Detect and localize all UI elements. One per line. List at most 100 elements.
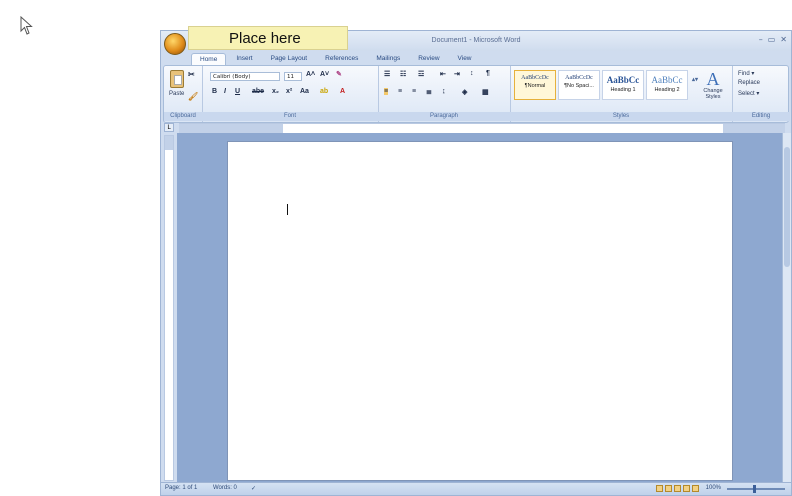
shading-icon[interactable]: ◈ xyxy=(462,88,467,96)
style-name: Heading 1 xyxy=(610,87,636,93)
scrollbar-thumb[interactable] xyxy=(784,147,790,267)
font-name-combo[interactable]: Calibri (Body) xyxy=(210,72,280,81)
change-case-icon[interactable]: Aa xyxy=(300,88,309,95)
word-window: 💾 ↶ ↷ ▾ Document1 - Microsoft Word – ▭ ✕… xyxy=(160,30,792,496)
change-styles-label: Change Styles xyxy=(703,88,723,100)
document-page[interactable] xyxy=(227,141,733,481)
style-name: ¶No Spaci... xyxy=(564,83,594,89)
bullets-icon[interactable]: ☰ xyxy=(384,70,390,78)
view-buttons xyxy=(656,485,699,492)
draft-view-icon[interactable] xyxy=(692,485,699,492)
window-controls: – ▭ ✕ xyxy=(759,35,787,44)
web-layout-view-icon[interactable] xyxy=(674,485,681,492)
numbering-icon[interactable]: ☷ xyxy=(400,70,406,78)
borders-icon[interactable]: ▦ xyxy=(482,88,489,96)
increase-indent-icon[interactable]: ⇥ xyxy=(454,70,460,78)
proofing-icon[interactable]: ✓ xyxy=(251,485,256,492)
styles-label: Styles xyxy=(510,112,732,121)
cut-icon[interactable]: ✂ xyxy=(188,70,195,79)
italic-icon[interactable]: I xyxy=(224,88,226,95)
style-sample: AaBbCcDc xyxy=(521,75,549,81)
highlight-icon[interactable]: ab xyxy=(320,88,328,95)
change-styles-button[interactable]: A Change Styles xyxy=(700,70,726,100)
justify-icon[interactable]: ≣ xyxy=(426,88,432,96)
tab-view[interactable]: View xyxy=(450,53,480,65)
document-workspace xyxy=(177,133,783,483)
vertical-scrollbar[interactable] xyxy=(782,133,791,483)
font-group: Calibri (Body) 11 A˄ A˅ ✎ B I U abe x₂ x… xyxy=(202,66,379,122)
multilevel-list-icon[interactable]: ☲ xyxy=(418,70,424,78)
paragraph-group: ☰ ☷ ☲ ⇤ ⇥ ↕ ¶ ≡ ≡ ≡ ≣ ↨ ◈ ▦ Paragraph xyxy=(378,66,511,122)
outline-view-icon[interactable] xyxy=(683,485,690,492)
font-label: Font xyxy=(202,112,378,121)
tab-references[interactable]: References xyxy=(317,53,366,65)
ribbon-tabs: Home Insert Page Layout References Maili… xyxy=(191,53,480,65)
style-sample: AaBbCc xyxy=(606,75,640,85)
underline-icon[interactable]: U xyxy=(235,88,240,95)
tab-home[interactable]: Home xyxy=(191,53,227,65)
full-screen-view-icon[interactable] xyxy=(665,485,672,492)
print-layout-view-icon[interactable] xyxy=(656,485,663,492)
ruler-margin-left xyxy=(179,124,283,133)
font-size-combo[interactable]: 11 xyxy=(284,72,302,81)
align-left-icon[interactable]: ≡ xyxy=(384,88,389,95)
style-name: Heading 2 xyxy=(654,87,680,93)
grow-font-icon[interactable]: A˄ xyxy=(306,71,315,78)
subscript-icon[interactable]: x₂ xyxy=(272,88,279,95)
place-here-callout: Place here xyxy=(188,26,348,50)
style-heading-2[interactable]: AaBbCc Heading 2 xyxy=(646,70,688,100)
zoom-slider[interactable] xyxy=(727,485,785,493)
editing-group: Find ▾ Replace Select ▾ Editing xyxy=(732,66,790,122)
tab-mailings[interactable]: Mailings xyxy=(368,53,408,65)
replace-button[interactable]: Replace xyxy=(738,80,760,86)
style-sample: AaBbCcDc xyxy=(565,75,593,81)
clipboard-group: Paste ✂ 🖌 Clipboard xyxy=(164,66,203,122)
tab-review[interactable]: Review xyxy=(410,53,447,65)
style-normal[interactable]: AaBbCcDc ¶Normal xyxy=(514,70,556,100)
callout-text: Place here xyxy=(229,29,301,47)
select-button[interactable]: Select ▾ xyxy=(738,90,759,97)
style-name: ¶Normal xyxy=(524,83,546,89)
zoom-level[interactable]: 100% xyxy=(706,485,721,491)
style-heading-1[interactable]: AaBbCc Heading 1 xyxy=(602,70,644,100)
find-button[interactable]: Find ▾ xyxy=(738,70,754,77)
shrink-font-icon[interactable]: A˅ xyxy=(320,71,329,78)
tab-page-layout[interactable]: Page Layout xyxy=(263,53,316,65)
styles-more-icon[interactable]: ▴▾ xyxy=(692,76,698,83)
bold-icon[interactable]: B xyxy=(212,88,217,95)
strikethrough-icon[interactable]: abe xyxy=(252,88,264,95)
ribbon: Paste ✂ 🖌 Clipboard Calibri (Body) 11 A˄… xyxy=(163,65,790,123)
font-color-icon[interactable]: A xyxy=(340,88,345,95)
align-center-icon[interactable]: ≡ xyxy=(398,88,402,95)
ruler-margin-right xyxy=(723,124,785,133)
tab-selector[interactable]: L xyxy=(164,123,174,132)
vertical-ruler[interactable] xyxy=(164,135,174,481)
change-styles-icon: A xyxy=(706,69,720,89)
sort-icon[interactable]: ↕ xyxy=(470,70,474,77)
show-marks-icon[interactable]: ¶ xyxy=(486,70,490,77)
minimize-icon[interactable]: – xyxy=(759,35,763,44)
paste-icon[interactable] xyxy=(170,70,184,88)
styles-group: AaBbCcDc ¶Normal AaBbCcDc ¶No Spaci... A… xyxy=(510,66,733,122)
paste-button[interactable]: Paste xyxy=(169,91,184,97)
format-painter-icon[interactable]: 🖌 xyxy=(188,92,198,101)
vruler-margin-top xyxy=(165,136,173,150)
decrease-indent-icon[interactable]: ⇤ xyxy=(440,70,446,78)
text-cursor xyxy=(287,204,288,215)
line-spacing-icon[interactable]: ↨ xyxy=(442,88,446,95)
office-button-icon[interactable] xyxy=(164,33,186,55)
style-sample: AaBbCc xyxy=(651,75,683,85)
maximize-icon[interactable]: ▭ xyxy=(768,35,776,44)
word-count[interactable]: Words: 0 xyxy=(213,485,237,491)
paragraph-label: Paragraph xyxy=(378,112,510,121)
style-no-spacing[interactable]: AaBbCcDc ¶No Spaci... xyxy=(558,70,600,100)
close-icon[interactable]: ✕ xyxy=(780,35,787,44)
mouse-pointer-icon xyxy=(20,16,33,35)
superscript-icon[interactable]: x² xyxy=(286,88,292,95)
status-bar: Page: 1 of 1 Words: 0 ✓ 100% xyxy=(161,482,791,495)
page-count[interactable]: Page: 1 of 1 xyxy=(165,485,197,491)
clear-formatting-icon[interactable]: ✎ xyxy=(336,70,342,78)
align-right-icon[interactable]: ≡ xyxy=(412,88,416,95)
editing-label: Editing xyxy=(732,112,790,121)
tab-insert[interactable]: Insert xyxy=(228,53,260,65)
